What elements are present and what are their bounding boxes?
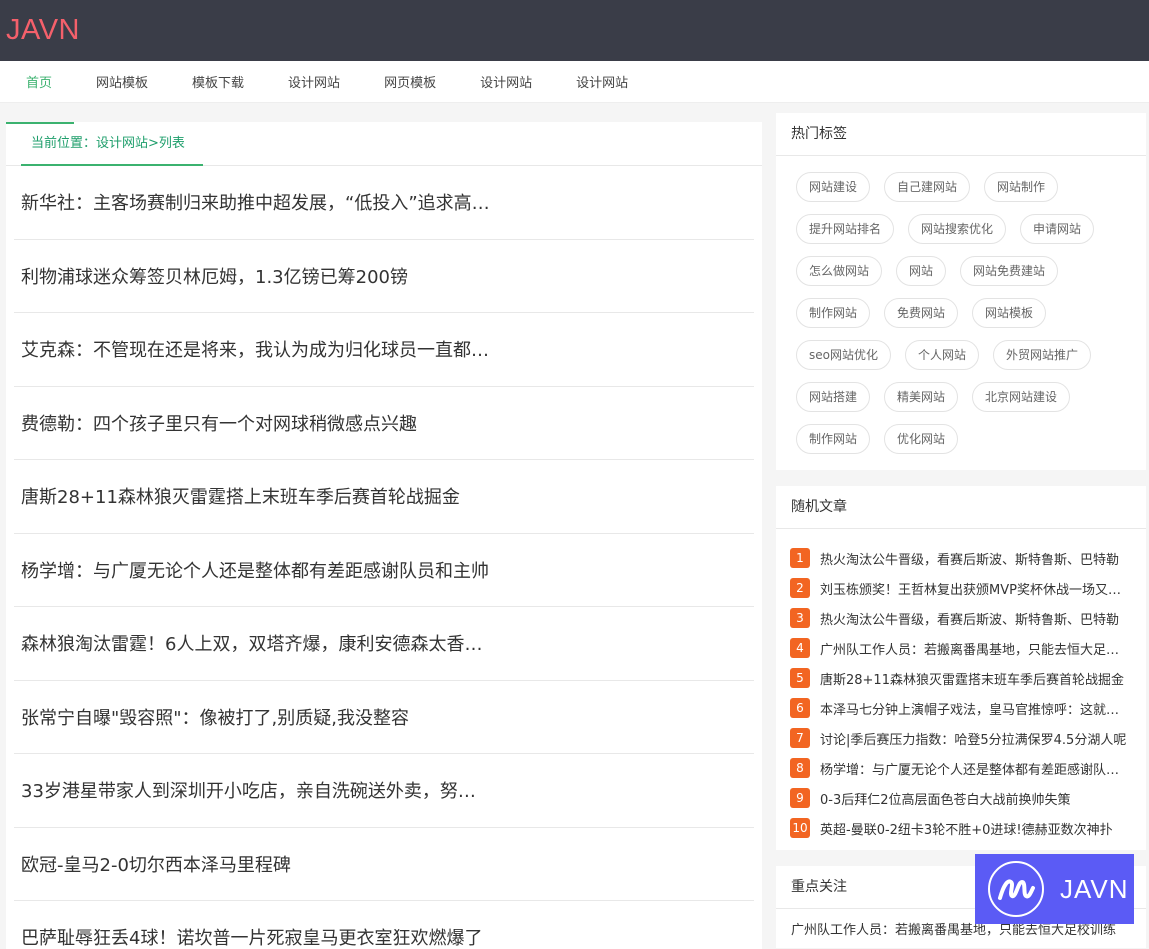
random-articles-widget: 随机文章 1 热火淘汰公牛晋级，看赛后斯波、斯特鲁斯、巴特勒 2 刘玉栋颁奖！王哲林… <box>776 486 1146 850</box>
tag-link[interactable]: 优化网站 <box>884 424 959 454</box>
rank-badge: 4 <box>790 638 810 658</box>
list-item[interactable]: 7 讨论|季后赛压力指数：哈登5分拉满保罗4.5分湖人呢 <box>790 723 1132 753</box>
article-title[interactable]: 费德勒：四个孩子里只有一个对网球稍微感点兴趣 <box>21 410 417 436</box>
article-list-panel: 当前位置：设计网站>列表 新华社：主客场赛制归来助推中超发展，“低投入”追求高质… <box>6 122 762 949</box>
rank-badge: 10 <box>790 818 810 838</box>
tag-link[interactable]: 怎么做网站 <box>796 256 883 286</box>
article-item[interactable]: 张常宁自曝"毁容照"：像被打了,别质疑,我没整容 <box>14 681 754 754</box>
rank-badge: 3 <box>790 608 810 628</box>
rank-badge: 7 <box>790 728 810 748</box>
random-article-title[interactable]: 热火淘汰公牛晋级，看赛后斯波、斯特鲁斯、巴特勒 <box>820 549 1119 568</box>
nav-item-design-site-3[interactable]: 设计网站 <box>576 72 628 91</box>
list-item[interactable]: 1 热火淘汰公牛晋级，看赛后斯波、斯特鲁斯、巴特勒 <box>790 543 1132 573</box>
article-title[interactable]: 张常宁自曝"毁容照"：像被打了,别质疑,我没整容 <box>21 704 409 730</box>
list-item[interactable]: 8 杨学增：与广厦无论个人还是整体都有差距感谢队员和主帅 <box>790 753 1132 783</box>
rank-badge: 6 <box>790 698 810 718</box>
article-item[interactable]: 新华社：主客场赛制归来助推中超发展，“低投入”追求高质量 <box>14 166 754 240</box>
brand-swoosh-icon <box>998 879 1035 900</box>
tag-link[interactable]: 自己建网站 <box>884 172 971 202</box>
sidebar: 热门标签 网站建设 自己建网站 网站制作 提升网站排名 网站搜索优化 申请网站 … <box>776 113 1146 949</box>
nav-item-design-site-2[interactable]: 设计网站 <box>480 72 532 91</box>
list-item[interactable]: 3 热火淘汰公牛晋级，看赛后斯波、斯特鲁斯、巴特勒 <box>790 603 1132 633</box>
list-item[interactable]: 10 英超-曼联0-2纽卡3轮不胜+0进球!德赫亚数次神扑 <box>790 813 1132 843</box>
top-bar: JAVN <box>0 0 1149 61</box>
tag-link[interactable]: seo网站优化 <box>796 340 891 370</box>
nav-item-design-site[interactable]: 设计网站 <box>288 72 340 91</box>
tag-link[interactable]: 制作网站 <box>796 424 871 454</box>
hot-tags-title: 热门标签 <box>776 113 1146 156</box>
tag-link[interactable]: 个人网站 <box>904 340 979 370</box>
nav-item-template-download[interactable]: 模板下载 <box>192 72 244 91</box>
list-item[interactable]: 4 广州队工作人员：若搬离番禺基地，只能去恒大足校训练 <box>790 633 1132 663</box>
list-item[interactable]: 6 本泽马七分钟上演帽子戏法，皇马官推惊呼：这就是本泽马 <box>790 693 1132 723</box>
article-item[interactable]: 巴萨耻辱狂丢4球！诺坎普一片死寂皇马更衣室狂欢燃爆了 <box>14 901 754 949</box>
article-item[interactable]: 艾克森：不管现在还是将来，我认为成为归化球员一直都是正确的 <box>14 313 754 387</box>
tag-link[interactable]: 网站建设 <box>796 172 871 202</box>
article-title[interactable]: 艾克森：不管现在还是将来，我认为成为归化球员一直都是正确的 <box>21 336 491 362</box>
random-article-title[interactable]: 杨学增：与广厦无论个人还是整体都有差距感谢队员和主帅 <box>820 759 1132 778</box>
tag-link[interactable]: 网站制作 <box>984 172 1059 202</box>
tag-link[interactable]: 申请网站 <box>1020 214 1095 244</box>
tag-cloud: 网站建设 自己建网站 网站制作 提升网站排名 网站搜索优化 申请网站 怎么做网站… <box>776 156 1146 470</box>
article-item[interactable]: 唐斯28+11森林狼灭雷霆搭上末班车季后赛首轮战掘金 <box>14 460 754 534</box>
random-article-title[interactable]: 唐斯28+11森林狼灭雷霆搭末班车季后赛首轮战掘金 <box>820 669 1124 688</box>
article-item[interactable]: 33岁港星带家人到深圳开小吃店，亲自洗碗送外卖，努力生活 <box>14 754 754 828</box>
list-item[interactable]: 5 唐斯28+11森林狼灭雷霆搭末班车季后赛首轮战掘金 <box>790 663 1132 693</box>
article-title[interactable]: 唐斯28+11森林狼灭雷霆搭上末班车季后赛首轮战掘金 <box>21 483 460 509</box>
list-item[interactable]: 2 刘玉栋颁奖！王哲林复出获颁MVP奖杯休战一场又回归 <box>790 573 1132 603</box>
tag-link[interactable]: 网站搜索优化 <box>908 214 1007 244</box>
random-article-list: 1 热火淘汰公牛晋级，看赛后斯波、斯特鲁斯、巴特勒 2 刘玉栋颁奖！王哲林复出获颁M… <box>776 529 1146 850</box>
article-title[interactable]: 杨学增：与广厦无论个人还是整体都有差距感谢队员和主帅 <box>21 557 489 583</box>
tag-link[interactable]: 网站搭建 <box>796 382 871 412</box>
random-article-title[interactable]: 本泽马七分钟上演帽子戏法，皇马官推惊呼：这就是本泽马 <box>820 699 1132 718</box>
main-nav: 首页 网站模板 模板下载 设计网站 网页模板 设计网站 设计网站 <box>0 61 1149 103</box>
article-item[interactable]: 杨学增：与广厦无论个人还是整体都有差距感谢队员和主帅 <box>14 534 754 607</box>
article-item[interactable]: 欧冠-皇马2-0切尔西本泽马里程碑 <box>14 828 754 901</box>
nav-item-templates[interactable]: 网站模板 <box>96 72 148 91</box>
rank-badge: 5 <box>790 668 810 688</box>
rank-badge: 9 <box>790 788 810 808</box>
article-title[interactable]: 33岁港星带家人到深圳开小吃店，亲自洗碗送外卖，努力生活 <box>21 777 491 803</box>
site-logo[interactable]: JAVN <box>6 14 80 47</box>
random-article-title[interactable]: 英超-曼联0-2纽卡3轮不胜+0进球!德赫亚数次神扑 <box>820 819 1113 838</box>
random-article-title[interactable]: 广州队工作人员：若搬离番禺基地，只能去恒大足校训练 <box>820 639 1132 658</box>
tag-link[interactable]: 免费网站 <box>884 298 959 328</box>
breadcrumb-bar: 当前位置：设计网站>列表 <box>6 122 762 166</box>
random-article-title[interactable]: 刘玉栋颁奖！王哲林复出获颁MVP奖杯休战一场又回归 <box>820 579 1132 598</box>
rank-badge: 1 <box>790 548 810 568</box>
tag-link[interactable]: 精美网站 <box>884 382 959 412</box>
article-list: 新华社：主客场赛制归来助推中超发展，“低投入”追求高质量 利物浦球迷众筹签贝林厄… <box>6 166 762 949</box>
rank-badge: 8 <box>790 758 810 778</box>
rank-badge: 2 <box>790 578 810 598</box>
article-item[interactable]: 森林狼淘汰雷霆！6人上双，双塔齐爆，康利安德森太香，亚历山大 <box>14 607 754 681</box>
breadcrumb: 当前位置：设计网站>列表 <box>21 122 203 166</box>
article-title[interactable]: 巴萨耻辱狂丢4球！诺坎普一片死寂皇马更衣室狂欢燃爆了 <box>21 924 482 949</box>
tag-link[interactable]: 提升网站排名 <box>796 214 895 244</box>
floating-badge-label: JAVN <box>1060 873 1129 904</box>
random-article-title[interactable]: 0-3后拜仁2位高层面色苍白大战前换帅失策 <box>820 789 1071 808</box>
list-item[interactable]: 9 0-3后拜仁2位高层面色苍白大战前换帅失策 <box>790 783 1132 813</box>
tag-link[interactable]: 网站免费建站 <box>960 256 1059 286</box>
nav-item-home[interactable]: 首页 <box>26 72 52 91</box>
hot-tags-widget: 热门标签 网站建设 自己建网站 网站制作 提升网站排名 网站搜索优化 申请网站 … <box>776 113 1146 470</box>
article-title[interactable]: 森林狼淘汰雷霆！6人上双，双塔齐爆，康利安德森太香，亚历山大 <box>21 630 491 656</box>
random-article-title[interactable]: 讨论|季后赛压力指数：哈登5分拉满保罗4.5分湖人呢 <box>820 729 1126 748</box>
random-articles-title: 随机文章 <box>776 486 1146 529</box>
article-title[interactable]: 欧冠-皇马2-0切尔西本泽马里程碑 <box>21 851 291 877</box>
tag-link[interactable]: 北京网站建设 <box>972 382 1071 412</box>
random-article-title[interactable]: 热火淘汰公牛晋级，看赛后斯波、斯特鲁斯、巴特勒 <box>820 609 1119 628</box>
brand-mark-icon <box>988 861 1044 917</box>
tag-link[interactable]: 网站 <box>896 256 947 286</box>
article-title[interactable]: 利物浦球迷众筹签贝林厄姆，1.3亿镑已筹200镑 <box>21 263 408 289</box>
floating-logo-badge[interactable]: JAVN <box>975 854 1134 924</box>
article-title[interactable]: 新华社：主客场赛制归来助推中超发展，“低投入”追求高质量 <box>21 189 491 215</box>
article-item[interactable]: 费德勒：四个孩子里只有一个对网球稍微感点兴趣 <box>14 387 754 460</box>
nav-item-web-templates[interactable]: 网页模板 <box>384 72 436 91</box>
tag-link[interactable]: 外贸网站推广 <box>993 340 1092 370</box>
tag-link[interactable]: 网站模板 <box>972 298 1047 328</box>
article-item[interactable]: 利物浦球迷众筹签贝林厄姆，1.3亿镑已筹200镑 <box>14 240 754 313</box>
tag-link[interactable]: 制作网站 <box>796 298 871 328</box>
